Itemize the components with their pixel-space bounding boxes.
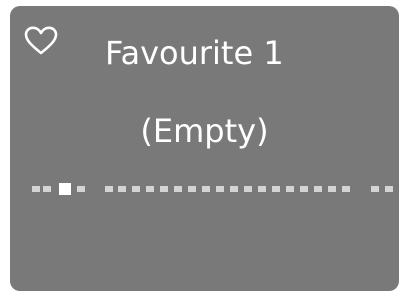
page-dot[interactable] xyxy=(32,186,40,192)
favourite-card[interactable]: Favourite 1 (Empty) xyxy=(10,6,399,291)
page-dot[interactable] xyxy=(118,186,126,192)
page-dot[interactable] xyxy=(371,186,379,192)
page-dot[interactable] xyxy=(314,186,322,192)
page-dot[interactable] xyxy=(202,186,210,192)
page-dot[interactable] xyxy=(244,186,252,192)
page-dot[interactable] xyxy=(43,186,51,192)
page-dot-current[interactable] xyxy=(59,183,71,195)
favourite-title: Favourite 1 xyxy=(105,34,284,72)
page-dot[interactable] xyxy=(258,186,266,192)
favourite-status: (Empty) xyxy=(140,112,269,150)
page-dot[interactable] xyxy=(385,186,393,192)
page-dot[interactable] xyxy=(216,186,224,192)
page-dot[interactable] xyxy=(105,186,113,192)
page-dot[interactable] xyxy=(328,186,336,192)
page-dot[interactable] xyxy=(146,186,154,192)
page-dot[interactable] xyxy=(77,186,85,192)
page-dot[interactable] xyxy=(286,186,294,192)
page-dot[interactable] xyxy=(300,186,308,192)
page-dot[interactable] xyxy=(272,186,280,192)
page-dot[interactable] xyxy=(174,186,182,192)
page-dot[interactable] xyxy=(188,186,196,192)
page-dot[interactable] xyxy=(132,186,140,192)
page-dot[interactable] xyxy=(230,186,238,192)
page-dot[interactable] xyxy=(160,186,168,192)
page-dot[interactable] xyxy=(342,186,350,192)
page-indicator xyxy=(10,183,399,195)
heart-outline-icon[interactable] xyxy=(24,26,58,56)
